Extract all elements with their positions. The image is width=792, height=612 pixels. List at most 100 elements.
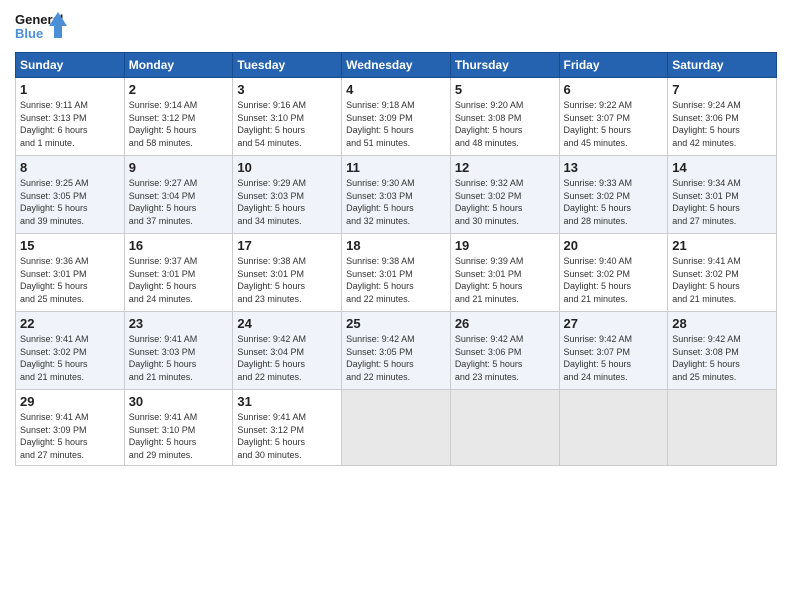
day-number: 13 (564, 160, 664, 175)
day-info: Sunrise: 9:41 AM Sunset: 3:02 PM Dayligh… (672, 255, 772, 305)
day-number: 1 (20, 82, 120, 97)
weekday-header-wednesday: Wednesday (342, 53, 451, 78)
day-number: 7 (672, 82, 772, 97)
calendar-week-row: 29Sunrise: 9:41 AM Sunset: 3:09 PM Dayli… (16, 390, 777, 466)
day-info: Sunrise: 9:11 AM Sunset: 3:13 PM Dayligh… (20, 99, 120, 149)
day-info: Sunrise: 9:33 AM Sunset: 3:02 PM Dayligh… (564, 177, 664, 227)
day-number: 18 (346, 238, 446, 253)
day-info: Sunrise: 9:27 AM Sunset: 3:04 PM Dayligh… (129, 177, 229, 227)
weekday-header-tuesday: Tuesday (233, 53, 342, 78)
day-number: 23 (129, 316, 229, 331)
day-number: 24 (237, 316, 337, 331)
day-info: Sunrise: 9:34 AM Sunset: 3:01 PM Dayligh… (672, 177, 772, 227)
weekday-header-monday: Monday (124, 53, 233, 78)
calendar-cell: 20 Sunrise: 9:40 AM Sunset: 3:02 PM Dayli… (559, 234, 668, 312)
day-info: Sunrise: 9:18 AM Sunset: 3:09 PM Dayligh… (346, 99, 446, 149)
day-info: Sunrise: 9:32 AM Sunset: 3:02 PM Dayligh… (455, 177, 555, 227)
day-info: Sunrise: 9:25 AM Sunset: 3:05 PM Dayligh… (20, 177, 120, 227)
day-number: 19 (455, 238, 555, 253)
day-number: 16 (129, 238, 229, 253)
day-info: Sunrise: 9:20 AM Sunset: 3:08 PM Dayligh… (455, 99, 555, 149)
weekday-header-friday: Friday (559, 53, 668, 78)
day-number: 14 (672, 160, 772, 175)
day-number: 8 (20, 160, 120, 175)
day-number: 4 (346, 82, 446, 97)
day-info: Sunrise: 9:40 AM Sunset: 3:02 PM Dayligh… (564, 255, 664, 305)
calendar-cell: 1 Sunrise: 9:11 AM Sunset: 3:13 PM Daylig… (16, 78, 125, 156)
weekday-header-sunday: Sunday (16, 53, 125, 78)
day-info: Sunrise: 9:42 AM Sunset: 3:05 PM Dayligh… (346, 333, 446, 383)
logo: GeneralBlue (15, 10, 70, 46)
day-number: 3 (237, 82, 337, 97)
calendar-cell: 3 Sunrise: 9:16 AM Sunset: 3:10 PM Daylig… (233, 78, 342, 156)
day-info: Sunrise: 9:41 AM Sunset: 3:03 PM Dayligh… (129, 333, 229, 383)
calendar-cell: 2 Sunrise: 9:14 AM Sunset: 3:12 PM Daylig… (124, 78, 233, 156)
calendar-cell: 18Sunrise: 9:38 AM Sunset: 3:01 PM Dayli… (342, 234, 451, 312)
calendar-week-row: 22 Sunrise: 9:41 AM Sunset: 3:02 PM Dayli… (16, 312, 777, 390)
calendar-cell (668, 390, 777, 466)
day-info: Sunrise: 9:29 AM Sunset: 3:03 PM Dayligh… (237, 177, 337, 227)
day-number: 15 (20, 238, 120, 253)
svg-text:Blue: Blue (15, 26, 43, 41)
calendar-cell: 21 Sunrise: 9:41 AM Sunset: 3:02 PM Dayli… (668, 234, 777, 312)
calendar-cell: 4 Sunrise: 9:18 AM Sunset: 3:09 PM Daylig… (342, 78, 451, 156)
calendar-cell: 5 Sunrise: 9:20 AM Sunset: 3:08 PM Daylig… (450, 78, 559, 156)
calendar-cell: 26 Sunrise: 9:42 AM Sunset: 3:06 PM Dayli… (450, 312, 559, 390)
day-number: 28 (672, 316, 772, 331)
calendar-cell (342, 390, 451, 466)
day-number: 11 (346, 160, 446, 175)
calendar-cell: 11 Sunrise: 9:30 AM Sunset: 3:03 PM Dayli… (342, 156, 451, 234)
day-info: Sunrise: 9:41 AM Sunset: 3:12 PM Dayligh… (237, 411, 337, 461)
calendar-cell: 19Sunrise: 9:39 AM Sunset: 3:01 PM Dayli… (450, 234, 559, 312)
calendar-cell: 8 Sunrise: 9:25 AM Sunset: 3:05 PM Daylig… (16, 156, 125, 234)
header: GeneralBlue (15, 10, 777, 46)
day-number: 2 (129, 82, 229, 97)
day-info: Sunrise: 9:37 AM Sunset: 3:01 PM Dayligh… (129, 255, 229, 305)
calendar-week-row: 1 Sunrise: 9:11 AM Sunset: 3:13 PM Daylig… (16, 78, 777, 156)
day-info: Sunrise: 9:42 AM Sunset: 3:06 PM Dayligh… (455, 333, 555, 383)
day-info: Sunrise: 9:22 AM Sunset: 3:07 PM Dayligh… (564, 99, 664, 149)
day-info: Sunrise: 9:42 AM Sunset: 3:04 PM Dayligh… (237, 333, 337, 383)
day-info: Sunrise: 9:38 AM Sunset: 3:01 PM Dayligh… (237, 255, 337, 305)
calendar-cell: 25Sunrise: 9:42 AM Sunset: 3:05 PM Dayli… (342, 312, 451, 390)
day-number: 30 (129, 394, 229, 409)
day-number: 5 (455, 82, 555, 97)
day-info: Sunrise: 9:42 AM Sunset: 3:08 PM Dayligh… (672, 333, 772, 383)
day-info: Sunrise: 9:14 AM Sunset: 3:12 PM Dayligh… (129, 99, 229, 149)
day-number: 21 (672, 238, 772, 253)
day-info: Sunrise: 9:16 AM Sunset: 3:10 PM Dayligh… (237, 99, 337, 149)
day-info: Sunrise: 9:30 AM Sunset: 3:03 PM Dayligh… (346, 177, 446, 227)
day-info: Sunrise: 9:24 AM Sunset: 3:06 PM Dayligh… (672, 99, 772, 149)
day-number: 22 (20, 316, 120, 331)
day-number: 20 (564, 238, 664, 253)
calendar-cell: 16 Sunrise: 9:37 AM Sunset: 3:01 PM Dayli… (124, 234, 233, 312)
weekday-header-saturday: Saturday (668, 53, 777, 78)
main-container: GeneralBlue SundayMondayTuesdayWednesday… (0, 0, 792, 476)
calendar-cell (450, 390, 559, 466)
calendar-cell: 31Sunrise: 9:41 AM Sunset: 3:12 PM Dayli… (233, 390, 342, 466)
calendar-table: SundayMondayTuesdayWednesdayThursdayFrid… (15, 52, 777, 466)
weekday-header-row: SundayMondayTuesdayWednesdayThursdayFrid… (16, 53, 777, 78)
weekday-header-thursday: Thursday (450, 53, 559, 78)
day-info: Sunrise: 9:42 AM Sunset: 3:07 PM Dayligh… (564, 333, 664, 383)
calendar-cell: 24 Sunrise: 9:42 AM Sunset: 3:04 PM Dayli… (233, 312, 342, 390)
calendar-cell (559, 390, 668, 466)
day-number: 26 (455, 316, 555, 331)
calendar-cell: 12Sunrise: 9:32 AM Sunset: 3:02 PM Dayli… (450, 156, 559, 234)
calendar-cell: 29Sunrise: 9:41 AM Sunset: 3:09 PM Dayli… (16, 390, 125, 466)
day-number: 10 (237, 160, 337, 175)
day-number: 6 (564, 82, 664, 97)
day-info: Sunrise: 9:41 AM Sunset: 3:09 PM Dayligh… (20, 411, 120, 461)
day-number: 9 (129, 160, 229, 175)
day-number: 27 (564, 316, 664, 331)
calendar-cell: 22 Sunrise: 9:41 AM Sunset: 3:02 PM Dayli… (16, 312, 125, 390)
day-info: Sunrise: 9:36 AM Sunset: 3:01 PM Dayligh… (20, 255, 120, 305)
day-info: Sunrise: 9:41 AM Sunset: 3:02 PM Dayligh… (20, 333, 120, 383)
logo-svg: GeneralBlue (15, 10, 70, 46)
calendar-cell: 14 Sunrise: 9:34 AM Sunset: 3:01 PM Dayli… (668, 156, 777, 234)
calendar-cell: 6 Sunrise: 9:22 AM Sunset: 3:07 PM Daylig… (559, 78, 668, 156)
calendar-cell: 13 Sunrise: 9:33 AM Sunset: 3:02 PM Dayli… (559, 156, 668, 234)
calendar-cell: 15 Sunrise: 9:36 AM Sunset: 3:01 PM Dayli… (16, 234, 125, 312)
calendar-cell: 9 Sunrise: 9:27 AM Sunset: 3:04 PM Daylig… (124, 156, 233, 234)
calendar-cell: 30Sunrise: 9:41 AM Sunset: 3:10 PM Dayli… (124, 390, 233, 466)
